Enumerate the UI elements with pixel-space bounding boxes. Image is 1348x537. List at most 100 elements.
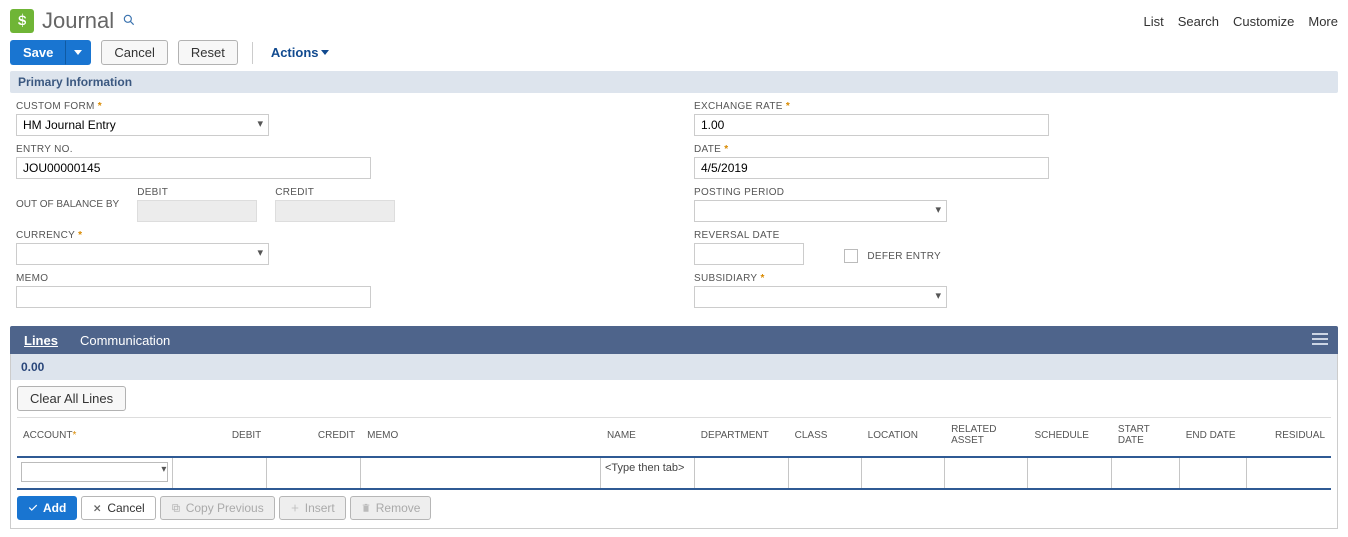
trash-icon (361, 503, 371, 513)
cell-residual[interactable] (1247, 458, 1331, 488)
col-end-date: END DATE (1180, 418, 1248, 458)
clear-all-lines-button[interactable]: Clear All Lines (17, 386, 126, 411)
col-memo: MEMO (361, 418, 601, 458)
col-residual: RESIDUAL (1247, 418, 1331, 458)
copy-icon (171, 503, 181, 513)
credit-readonly (275, 200, 395, 222)
col-class: CLASS (789, 418, 862, 458)
col-account: ACCOUNT (17, 418, 173, 458)
form-col-left: CUSTOM FORM ENTRY NO. OUT OF BALANCE BY … (16, 101, 654, 316)
lines-grid: ACCOUNT DEBIT CREDIT MEMO NAME DEPARTMEN… (17, 417, 1331, 490)
field-exchange-rate: EXCHANGE RATE (694, 101, 1332, 136)
link-list[interactable]: List (1144, 14, 1164, 29)
cell-schedule[interactable] (1028, 458, 1111, 488)
reset-button[interactable]: Reset (178, 40, 238, 65)
chevron-down-icon (321, 50, 329, 55)
entry-no-input[interactable] (16, 157, 371, 179)
label-posting-period: POSTING PERIOD (694, 187, 1332, 198)
link-more[interactable]: More (1308, 14, 1338, 29)
save-dropdown[interactable] (66, 40, 91, 65)
tab-menu-icon[interactable] (1302, 331, 1338, 350)
tab-bar: Lines Communication (10, 326, 1338, 354)
col-department: DEPARTMENT (695, 418, 789, 458)
field-posting-period: POSTING PERIOD (694, 187, 1332, 222)
custom-form-input[interactable] (16, 114, 269, 136)
account-input[interactable] (21, 462, 168, 482)
label-custom-form: CUSTOM FORM (16, 101, 654, 112)
label-reversal-date: REVERSAL DATE (694, 230, 804, 241)
link-search[interactable]: Search (1178, 14, 1219, 29)
reversal-date-input[interactable] (694, 243, 804, 265)
grid-row: <Type then tab> (17, 457, 1331, 489)
exchange-rate-input[interactable] (694, 114, 1049, 136)
cancel-line-button[interactable]: Cancel (81, 496, 155, 520)
tab-communication[interactable]: Communication (80, 327, 170, 354)
remove-line-button[interactable]: Remove (350, 496, 432, 520)
grid-header-row: ACCOUNT DEBIT CREDIT MEMO NAME DEPARTMEN… (17, 418, 1331, 458)
field-reversal-row: REVERSAL DATE DEFER ENTRY (694, 230, 1332, 265)
memo-input[interactable] (16, 286, 371, 308)
link-customize[interactable]: Customize (1233, 14, 1294, 29)
field-currency: CURRENCY (16, 230, 654, 265)
field-subsidiary: SUBSIDIARY (694, 273, 1332, 308)
save-button[interactable]: Save (10, 40, 66, 65)
cell-debit[interactable] (173, 458, 267, 488)
date-input[interactable] (694, 157, 1049, 179)
col-start-date: START DATE (1112, 418, 1180, 458)
search-icon[interactable] (122, 13, 136, 30)
label-memo: MEMO (16, 273, 654, 284)
col-location: LOCATION (862, 418, 945, 458)
subsidiary-select[interactable] (694, 286, 947, 308)
copy-previous-button[interactable]: Copy Previous (160, 496, 275, 520)
field-memo: MEMO (16, 273, 654, 308)
defer-entry-checkbox[interactable] (844, 249, 858, 263)
section-primary-info: Primary Information (10, 71, 1338, 93)
cell-related-asset[interactable] (945, 458, 1028, 488)
currency-select[interactable] (16, 243, 269, 265)
field-custom-form: CUSTOM FORM (16, 101, 654, 136)
form-grid: CUSTOM FORM ENTRY NO. OUT OF BALANCE BY … (10, 101, 1338, 326)
cell-location[interactable] (862, 458, 945, 488)
label-credit: CREDIT (275, 187, 395, 198)
top-links: List Search Customize More (1144, 14, 1338, 29)
col-schedule: SCHEDULE (1028, 418, 1111, 458)
subsidiary-input[interactable] (694, 286, 947, 308)
close-icon (92, 503, 102, 513)
line-actions: Add Cancel Copy Previous Insert Remove (17, 496, 1331, 520)
form-col-right: EXCHANGE RATE DATE POSTING PERIOD REVERS… (694, 101, 1332, 316)
insert-line-button[interactable]: Insert (279, 496, 346, 520)
toolbar: Save Cancel Reset Actions (10, 40, 1338, 65)
actions-label: Actions (271, 45, 319, 60)
page-header: Journal List Search Customize More (10, 8, 1338, 34)
cell-department[interactable] (695, 458, 789, 488)
toolbar-divider (252, 42, 253, 64)
label-date: DATE (694, 144, 1332, 155)
label-currency: CURRENCY (16, 230, 654, 241)
field-entry-no: ENTRY NO. (16, 144, 654, 179)
cell-end-date[interactable] (1180, 458, 1248, 488)
custom-form-select[interactable] (16, 114, 269, 136)
cancel-button[interactable]: Cancel (101, 40, 167, 65)
cell-start-date[interactable] (1112, 458, 1180, 488)
posting-period-select[interactable] (694, 200, 947, 222)
cell-account[interactable] (17, 458, 173, 488)
cell-memo[interactable] (361, 458, 601, 488)
col-name: NAME (601, 418, 695, 458)
label-out-of-balance: OUT OF BALANCE BY (16, 199, 119, 210)
cell-name[interactable]: <Type then tab> (601, 458, 695, 488)
actions-menu[interactable]: Actions (271, 45, 330, 60)
label-exchange-rate: EXCHANGE RATE (694, 101, 1332, 112)
label-defer-entry: DEFER ENTRY (867, 251, 941, 262)
label-entry-no: ENTRY NO. (16, 144, 654, 155)
debit-readonly (137, 200, 257, 222)
cell-credit[interactable] (267, 458, 361, 488)
add-line-button[interactable]: Add (17, 496, 77, 520)
currency-input[interactable] (16, 243, 269, 265)
cell-class[interactable] (789, 458, 862, 488)
tab-lines[interactable]: Lines (24, 327, 58, 354)
chevron-down-icon (74, 50, 82, 55)
posting-period-input[interactable] (694, 200, 947, 222)
defer-entry-group: DEFER ENTRY (844, 248, 941, 265)
title-group: Journal (10, 8, 136, 34)
label-debit: DEBIT (137, 187, 257, 198)
